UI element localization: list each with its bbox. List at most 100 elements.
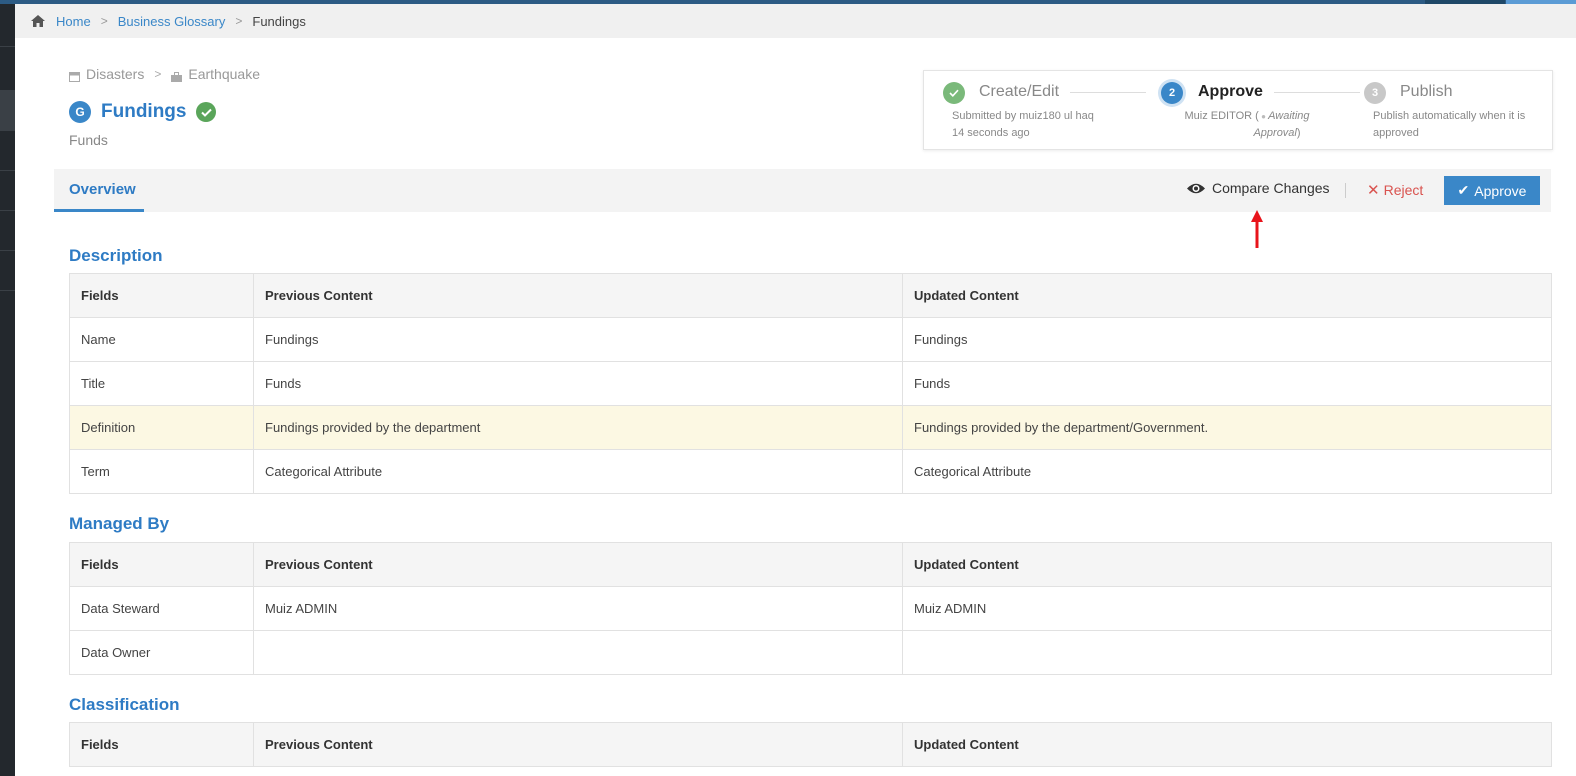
path-parent-link[interactable]: Disasters — [86, 66, 144, 82]
previous-cell: Muiz ADMIN — [253, 586, 903, 631]
column-header: Updated Content — [902, 542, 1552, 587]
table-row-changed: Definition Fundings provided by the depa… — [69, 405, 1552, 450]
compare-changes-label: Compare Changes — [1212, 180, 1330, 196]
field-cell: Data Owner — [69, 630, 254, 675]
workflow-step-approve: 2 Approve Muiz EDITOR ( ● Awaiting Appro… — [1154, 71, 1364, 149]
workflow-step-description: Publish automatically when it is approve… — [1373, 108, 1551, 142]
reject-label: Reject — [1383, 182, 1424, 198]
breadcrumb-home-link[interactable]: Home — [56, 14, 91, 29]
column-header: Previous Content — [253, 542, 903, 587]
eye-icon — [1187, 183, 1205, 193]
previous-cell — [253, 630, 903, 675]
reject-button[interactable]: ✕ Reject — [1367, 181, 1423, 199]
updated-cell: Funds — [902, 361, 1552, 406]
previous-cell: Categorical Attribute — [253, 449, 903, 494]
column-header: Previous Content — [253, 722, 903, 767]
check-icon: ✔ — [1457, 182, 1470, 198]
field-cell: Name — [69, 317, 254, 362]
sidebar-active-item[interactable] — [0, 90, 15, 130]
column-header: Fields — [69, 273, 254, 318]
table-header-row: Fields Previous Content Updated Content — [69, 722, 1552, 767]
path-child-link[interactable]: Earthquake — [188, 66, 260, 82]
sidebar-divider — [0, 46, 15, 47]
column-header: Fields — [69, 542, 254, 587]
glossary-term-badge: G — [69, 101, 91, 123]
previous-cell: Fundings provided by the department — [253, 405, 903, 450]
workflow-step-label: Approve — [1198, 83, 1263, 100]
table-header-row: Fields Previous Content Updated Content — [69, 273, 1552, 318]
term-title-row: G Fundings — [69, 101, 217, 123]
field-cell: Term — [69, 449, 254, 494]
red-arrow-annotation — [1251, 210, 1263, 248]
workflow-desc-line: Publish automatically when it is — [1373, 110, 1526, 122]
path-separator: > — [154, 67, 162, 81]
sidebar-divider — [0, 130, 15, 131]
sidebar-divider — [0, 250, 15, 251]
description-compare-table: Fields Previous Content Updated Content … — [69, 273, 1552, 494]
workflow-step-label: Publish — [1400, 83, 1453, 100]
workflow-connector — [1070, 92, 1146, 93]
table-row: Term Categorical Attribute Categorical A… — [69, 449, 1552, 494]
left-sidebar — [0, 4, 15, 776]
table-row: Name Fundings Fundings — [69, 317, 1552, 362]
table-row: Data Owner — [69, 630, 1552, 675]
close-icon: ✕ — [1367, 182, 1380, 199]
breadcrumb: Home > Business Glossary > Fundings — [15, 4, 1576, 38]
workflow-step-description: Muiz EDITOR ( ● Awaiting Approval) — [1184, 110, 1310, 139]
column-header: Updated Content — [902, 273, 1552, 318]
classification-compare-table: Fields Previous Content Updated Content — [69, 722, 1552, 767]
check-icon — [943, 82, 965, 104]
updated-cell: Categorical Attribute — [902, 449, 1552, 494]
step-number-badge: 3 — [1364, 82, 1386, 104]
step-number-badge: 2 — [1161, 82, 1183, 104]
managed-by-compare-table: Fields Previous Content Updated Content … — [69, 542, 1552, 675]
workflow-step-label: Create/Edit — [979, 83, 1060, 100]
workflow-desc-line: Submitted by muiz180 ul haq — [952, 110, 1094, 122]
previous-cell: Funds — [253, 361, 903, 406]
section-title-classification: Classification — [69, 695, 180, 714]
term-hierarchy-path: Disasters > Earthquake — [69, 66, 260, 82]
updated-cell: Muiz ADMIN — [902, 586, 1552, 631]
column-header: Updated Content — [902, 722, 1552, 767]
breadcrumb-separator: > — [100, 14, 108, 28]
compare-changes-button[interactable]: Compare Changes — [1186, 180, 1330, 196]
updated-cell: Fundings — [902, 317, 1552, 362]
workflow-step-create-edit: Create/Edit Submitted by muiz180 ul haq … — [924, 71, 1154, 149]
home-icon[interactable] — [30, 14, 46, 28]
sidebar-divider — [0, 170, 15, 171]
previous-cell: Fundings — [253, 317, 903, 362]
briefcase-icon — [171, 69, 183, 82]
column-header: Fields — [69, 722, 254, 767]
field-cell: Definition — [69, 405, 254, 450]
workflow-desc-line: 14 seconds ago — [952, 127, 1030, 139]
sidebar-divider — [0, 290, 15, 291]
workflow-desc-line: approved — [1373, 127, 1419, 139]
toolbar-divider — [1345, 183, 1346, 198]
approve-label: Approve — [1474, 182, 1527, 199]
workflow-stepper: Create/Edit Submitted by muiz180 ul haq … — [923, 70, 1553, 150]
approve-button[interactable]: ✔ Approve — [1444, 176, 1540, 205]
workflow-step-publish: 3 Publish Publish automatically when it … — [1364, 71, 1552, 149]
breadcrumb-glossary-link[interactable]: Business Glossary — [118, 14, 226, 29]
table-row: Title Funds Funds — [69, 361, 1552, 406]
term-subtitle: Funds — [69, 132, 108, 148]
field-cell: Title — [69, 361, 254, 406]
column-header: Previous Content — [253, 273, 903, 318]
awaiting-status: Approval — [1253, 127, 1297, 139]
sidebar-divider — [0, 210, 15, 211]
updated-cell: Fundings provided by the department/Gove… — [902, 405, 1552, 450]
section-title-managed-by: Managed By — [69, 514, 170, 533]
field-cell: Data Steward — [69, 586, 254, 631]
breadcrumb-separator: > — [235, 14, 243, 28]
page-title: Fundings — [101, 101, 187, 122]
workflow-step-description: Submitted by muiz180 ul haq 14 seconds a… — [952, 108, 1132, 142]
tab-overview[interactable]: Overview — [54, 169, 144, 212]
tab-bar: Overview Compare Changes ✕ Reject ✔ Appr… — [54, 169, 1551, 212]
table-header-row: Fields Previous Content Updated Content — [69, 542, 1552, 587]
breadcrumb-current: Fundings — [252, 13, 306, 29]
domain-icon — [69, 69, 80, 82]
section-title-description: Description — [69, 246, 163, 265]
check-circle-icon — [196, 102, 217, 122]
workflow-desc-line: ) — [1296, 127, 1301, 139]
workflow-desc-line: Muiz EDITOR ( — [1184, 110, 1259, 122]
